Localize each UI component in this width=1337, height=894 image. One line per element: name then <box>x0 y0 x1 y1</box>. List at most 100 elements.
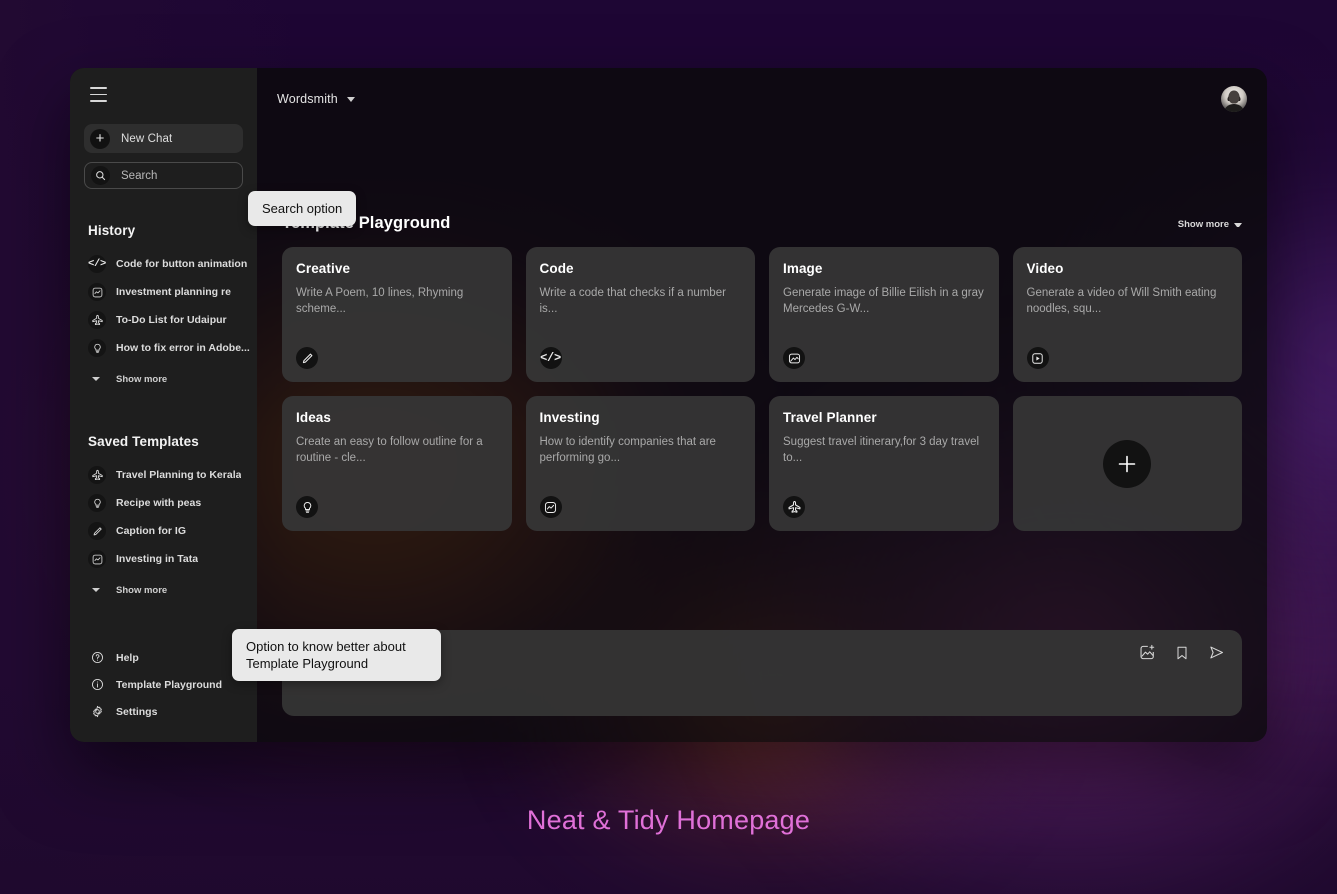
sidebar-item-label: Caption for IG <box>116 525 186 537</box>
send-icon[interactable] <box>1208 644 1225 661</box>
card-description: Generate image of Billie Eilish in a gra… <box>783 287 984 315</box>
card-description: Write A Poem, 10 lines, Rhyming scheme..… <box>296 287 464 315</box>
hamburger-icon[interactable] <box>90 87 110 102</box>
image-icon <box>783 347 805 369</box>
show-more-label: Show more <box>116 373 168 385</box>
sidebar-item-label: To-Do List for Udaipur <box>116 314 227 326</box>
chart-icon <box>88 550 106 568</box>
sidebar-item-todo-list-udaipur[interactable]: To-Do List for Udaipur <box>70 306 257 334</box>
sidebar-item-code-for-button-animation[interactable]: </> Code for button animation <box>70 250 257 278</box>
bulb-icon <box>88 339 106 357</box>
pencil-icon <box>88 522 106 540</box>
plus-icon: + <box>90 128 110 149</box>
card-title: Travel Planner <box>783 410 877 425</box>
new-chat-button[interactable]: + New Chat <box>84 124 243 153</box>
search-icon <box>91 166 110 185</box>
template-card-image[interactable]: Image Generate image of Billie Eilish in… <box>769 247 999 382</box>
chart-icon <box>88 283 106 301</box>
sidebar-item-recipe-with-peas[interactable]: Recipe with peas <box>70 489 257 517</box>
bookmark-icon[interactable] <box>1174 645 1190 661</box>
chart-icon <box>539 496 562 518</box>
sidebar-item-label: Investing in Tata <box>116 553 199 565</box>
sidebar-footer: Help Template Playground Settings <box>70 644 257 742</box>
pencil-icon <box>296 347 318 369</box>
card-title: Investing <box>539 410 600 425</box>
template-card-creative[interactable]: Creative Write A Poem, 10 lines, Rhyming… <box>282 247 512 382</box>
chevron-down-icon <box>1234 222 1242 227</box>
card-title: Video <box>1026 261 1064 276</box>
sidebar-item-investment-planning[interactable]: Investment planning re <box>70 278 257 306</box>
sidebar-item-caption-for-ig[interactable]: Caption for IG <box>70 517 257 545</box>
plane-icon <box>88 311 106 329</box>
card-title: Code <box>539 261 574 276</box>
chevron-down-icon <box>346 96 355 102</box>
playground-show-more-button[interactable]: Show more <box>1178 219 1242 233</box>
chevron-down-icon <box>92 377 100 381</box>
chevron-down-icon <box>92 588 100 592</box>
plus-icon <box>1103 439 1152 488</box>
model-selector[interactable]: Wordsmith <box>277 92 355 106</box>
tooltip-search-option: Search option <box>248 191 357 227</box>
template-card-code[interactable]: Code Write a code that checks if a numbe… <box>525 247 755 382</box>
add-template-card-button[interactable] <box>1012 396 1242 531</box>
avatar-face <box>1228 90 1240 104</box>
topbar: Wordsmith <box>257 68 1267 130</box>
sidebar-item-label: Recipe with peas <box>116 497 202 509</box>
gear-icon <box>88 703 106 721</box>
avatar[interactable] <box>1221 86 1247 112</box>
model-name-label: Wordsmith <box>277 92 338 106</box>
avatar-body <box>1223 104 1245 112</box>
code-icon: </> <box>539 347 562 369</box>
page-caption: Neat & Tidy Homepage <box>526 805 811 835</box>
playground-header: Template Playground Show more <box>282 214 1242 233</box>
sidebar-item-label: How to fix error in Adobe... <box>116 342 250 354</box>
template-card-investing[interactable]: Investing How to identify companies that… <box>525 396 755 531</box>
search-placeholder: Search <box>121 169 158 182</box>
sidebar-item-label: Travel Planning to Kerala <box>116 469 242 481</box>
saved-templates-list: Travel Planning to Kerala Recipe with pe… <box>70 461 257 603</box>
new-chat-label: New Chat <box>121 132 173 145</box>
show-more-label: Show more <box>116 584 168 596</box>
prompt-actions <box>1139 644 1225 661</box>
template-cards-grid: Creative Write A Poem, 10 lines, Rhyming… <box>282 247 1242 531</box>
search-input[interactable]: Search <box>84 162 243 189</box>
sidebar-item-settings[interactable]: Settings <box>70 698 257 725</box>
card-title: Image <box>783 261 823 276</box>
history-heading: History <box>88 223 136 238</box>
template-card-video[interactable]: Video Generate a video of Will Smith eat… <box>1012 247 1242 382</box>
sidebar: + New Chat Search History </> Code for b… <box>70 68 257 742</box>
history-list: </> Code for button animation Investment… <box>70 250 257 392</box>
saved-templates-heading: Saved Templates <box>88 434 199 449</box>
sidebar-item-label: Settings <box>116 705 158 718</box>
video-icon <box>1026 347 1049 369</box>
code-icon: </> <box>88 255 106 273</box>
help-circle-icon <box>88 649 106 667</box>
card-description: Write a code that checks if a number is.… <box>539 287 726 315</box>
sidebar-item-label: Help <box>116 651 139 664</box>
sidebar-item-label: Investment planning re <box>116 286 231 298</box>
sidebar-item-label: Template Playground <box>116 678 222 691</box>
bulb-icon <box>88 494 106 512</box>
template-card-travel-planner[interactable]: Travel Planner Suggest travel itinerary,… <box>769 396 999 531</box>
show-more-label: Show more <box>1177 219 1229 230</box>
plane-icon <box>783 496 805 518</box>
card-description: Suggest travel itinerary,for 3 day trave… <box>783 436 980 464</box>
sidebar-item-help[interactable]: Help <box>70 644 257 671</box>
plane-icon <box>88 466 106 484</box>
tooltip-template-playground: Option to know better about Template Pla… <box>232 629 441 682</box>
template-card-ideas[interactable]: Ideas Create an easy to follow outline f… <box>282 396 512 531</box>
sidebar-item-travel-planning-kerala[interactable]: Travel Planning to Kerala <box>70 461 257 489</box>
sidebar-item-investing-in-tata[interactable]: Investing in Tata <box>70 545 257 573</box>
screenshot-stage: + New Chat Search History </> Code for b… <box>0 0 1337 894</box>
add-image-icon[interactable] <box>1139 644 1156 661</box>
saved-templates-show-more-button[interactable]: Show more <box>70 577 257 603</box>
sidebar-item-how-to-fix-error-adobe[interactable]: How to fix error in Adobe... <box>70 334 257 362</box>
card-description: How to identify companies that are perfo… <box>539 436 716 464</box>
card-title: Creative <box>296 261 351 276</box>
sidebar-item-label: Code for button animation <box>116 258 248 270</box>
card-description: Create an easy to follow outline for a r… <box>296 436 483 464</box>
sidebar-item-template-playground[interactable]: Template Playground <box>70 671 257 698</box>
card-description: Generate a video of Will Smith eating no… <box>1026 287 1217 315</box>
history-show-more-button[interactable]: Show more <box>70 366 257 392</box>
bulb-icon <box>296 496 318 518</box>
